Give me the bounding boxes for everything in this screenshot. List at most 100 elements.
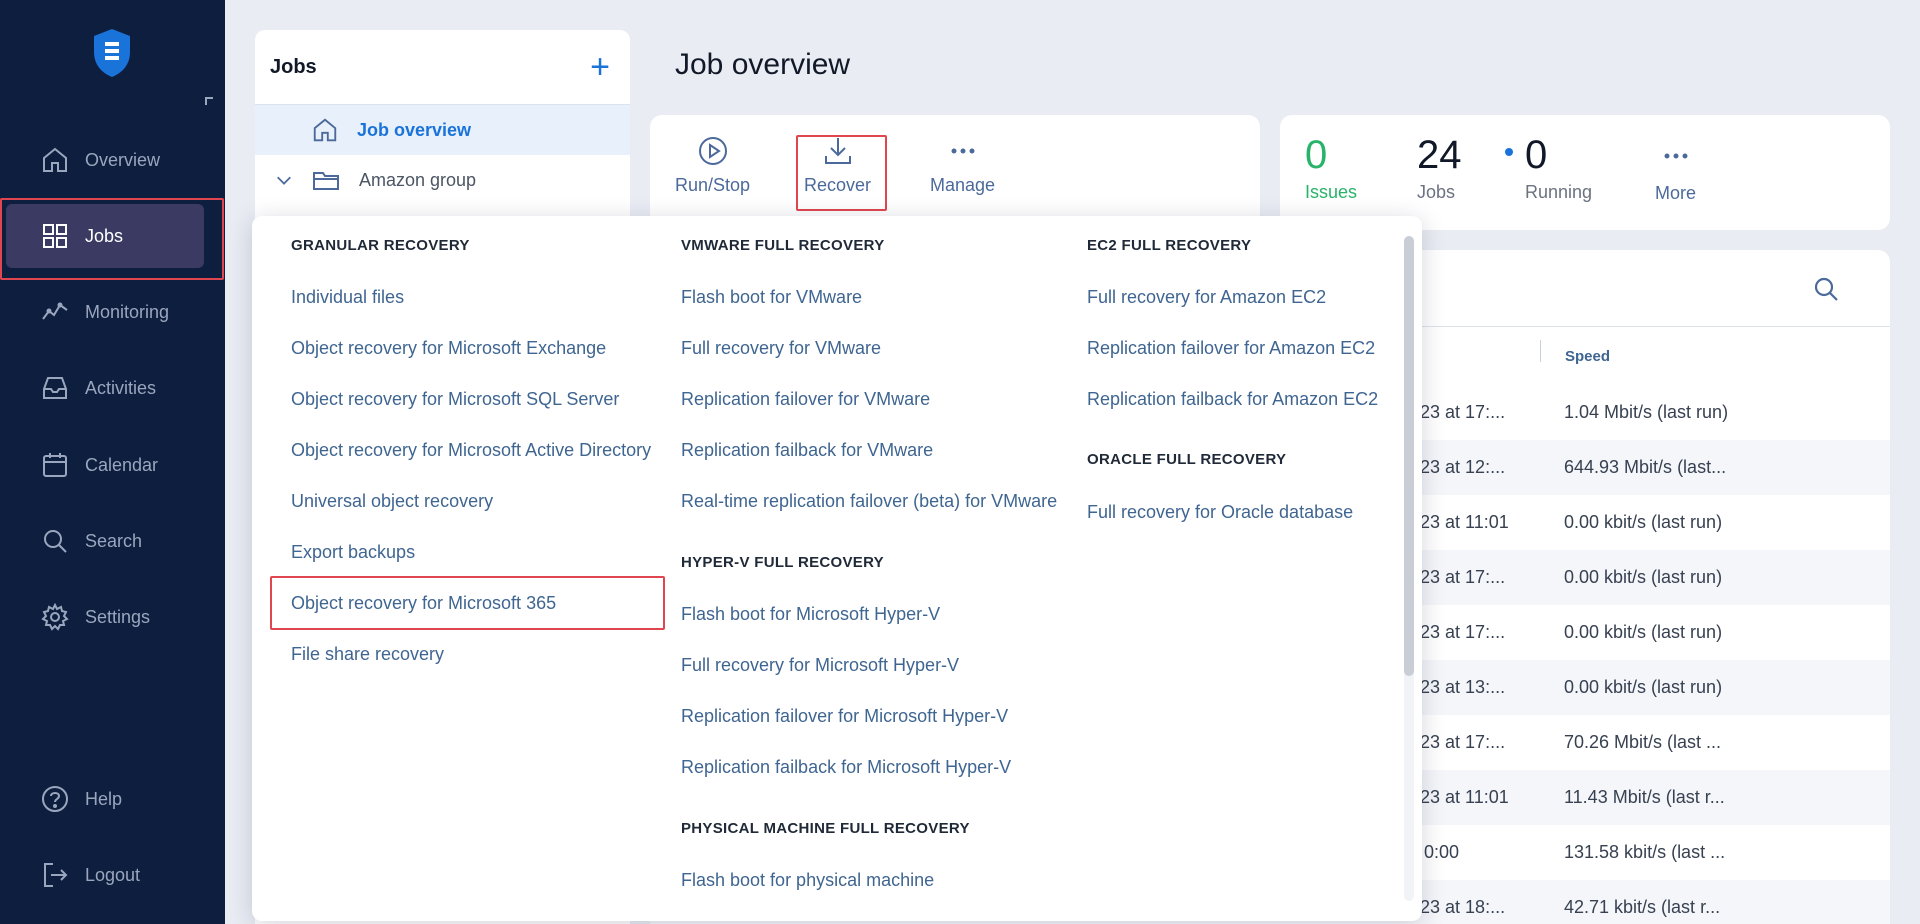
running-dot-icon bbox=[1505, 148, 1513, 157]
collapse-sidebar-icon[interactable] bbox=[205, 97, 213, 105]
play-circle-icon bbox=[698, 137, 727, 165]
inbox-icon bbox=[40, 373, 85, 403]
group-title-vmware: VMWARE FULL RECOVERY bbox=[681, 237, 885, 254]
menu-item-replication-failover-hyperv[interactable]: Replication failover for Microsoft Hyper… bbox=[681, 706, 1008, 727]
menu-item-object-recovery-exchange[interactable]: Object recovery for Microsoft Exchange bbox=[291, 338, 606, 359]
menu-item-export-backups[interactable]: Export backups bbox=[291, 542, 415, 563]
job-tree-label: Job overview bbox=[357, 119, 472, 140]
table-cell-speed: 0.00 kbit/s (last run) bbox=[1564, 512, 1723, 532]
menu-item-universal-object-recovery[interactable]: Universal object recovery bbox=[291, 491, 493, 512]
menu-item-full-recovery-hyperv[interactable]: Full recovery for Microsoft Hyper-V bbox=[681, 655, 959, 676]
sidebar-item-logout[interactable]: Logout bbox=[0, 837, 225, 913]
job-stats-card: 0 Issues 24 Jobs 0 Running More bbox=[1280, 115, 1890, 230]
group-title-physical: PHYSICAL MACHINE FULL RECOVERY bbox=[681, 820, 970, 837]
more-label: More bbox=[1655, 183, 1697, 203]
job-tree-item-overview[interactable]: Job overview bbox=[255, 105, 630, 155]
group-title-granular: GRANULAR RECOVERY bbox=[291, 237, 470, 254]
issues-count: 0 bbox=[1305, 133, 1328, 177]
issues-label: Issues bbox=[1305, 182, 1358, 202]
running-stat[interactable]: 0 Running bbox=[1505, 133, 1592, 203]
sidebar-item-jobs[interactable]: Jobs bbox=[0, 198, 225, 274]
menu-item-replication-failback-ec2[interactable]: Replication failback for Amazon EC2 bbox=[1087, 389, 1378, 410]
table-cell-speed: 0.00 kbit/s (last run) bbox=[1564, 622, 1723, 642]
sidebar-item-calendar[interactable]: Calendar bbox=[0, 427, 225, 503]
manage-button[interactable]: Manage bbox=[930, 135, 995, 196]
sidebar-item-label: Search bbox=[85, 530, 143, 551]
table-cell-last-run: 0:00 bbox=[1424, 842, 1460, 862]
menu-item-replication-failover-ec2[interactable]: Replication failover for Amazon EC2 bbox=[1087, 338, 1375, 359]
table-cell-last-run: 023 at 11:01 bbox=[1410, 512, 1509, 532]
sidebar-item-settings[interactable]: Settings bbox=[0, 579, 225, 655]
menu-scrollbar-thumb[interactable] bbox=[1404, 236, 1414, 676]
menu-item-flash-boot-vmware[interactable]: Flash boot for VMware bbox=[681, 287, 862, 308]
sidebar-item-label: Help bbox=[85, 788, 123, 809]
grid-icon bbox=[40, 221, 85, 251]
sidebar-item-monitoring[interactable]: Monitoring bbox=[0, 274, 225, 350]
sidebar-item-label: Monitoring bbox=[85, 301, 170, 322]
job-tree-item-amazon-group[interactable]: Amazon group bbox=[255, 155, 630, 205]
table-cell-last-run: 023 at 13:... bbox=[1410, 677, 1506, 697]
menu-item-replication-failover-vmware[interactable]: Replication failover for VMware bbox=[681, 389, 930, 410]
more-horizontal-icon bbox=[1664, 153, 1688, 159]
jobs-panel-title: Jobs bbox=[270, 55, 317, 78]
menu-item-full-recovery-oracle[interactable]: Full recovery for Oracle database bbox=[1087, 502, 1353, 523]
jobs-count: 24 bbox=[1417, 133, 1462, 177]
column-separator[interactable] bbox=[1540, 340, 1541, 362]
menu-item-object-recovery-sql[interactable]: Object recovery for Microsoft SQL Server bbox=[291, 389, 619, 410]
menu-item-object-recovery-m365[interactable]: Object recovery for Microsoft 365 bbox=[291, 593, 556, 614]
column-header-speed[interactable]: Speed bbox=[1565, 348, 1610, 365]
table-cell-speed: 0.00 kbit/s (last run) bbox=[1564, 677, 1723, 697]
job-actions-toolbar: Run/Stop Recover Manage bbox=[650, 115, 1260, 225]
menu-item-file-share-recovery[interactable]: File share recovery bbox=[291, 644, 444, 665]
search-icon bbox=[40, 526, 85, 556]
running-count: 0 bbox=[1525, 133, 1548, 177]
recover-button[interactable]: Recover bbox=[804, 135, 871, 196]
logout-icon bbox=[40, 860, 85, 890]
help-icon bbox=[40, 784, 85, 814]
menu-item-individual-files[interactable]: Individual files bbox=[291, 287, 404, 308]
job-tree-label: Amazon group bbox=[359, 169, 477, 190]
folder-icon bbox=[313, 172, 339, 190]
sidebar-item-label: Activities bbox=[85, 377, 157, 398]
table-cell-last-run: 023 at 17:... bbox=[1410, 622, 1506, 642]
menu-item-realtime-failover-vmware[interactable]: Real-time replication failover (beta) fo… bbox=[681, 491, 1057, 512]
recover-menu: GRANULAR RECOVERY Individual files Objec… bbox=[252, 216, 1422, 921]
sidebar: Overview Jobs Monitoring Activities Cale… bbox=[0, 0, 225, 924]
sidebar-item-search[interactable]: Search bbox=[0, 503, 225, 579]
run-stop-button[interactable]: Run/Stop bbox=[675, 135, 750, 196]
menu-item-replication-failback-hyperv[interactable]: Replication failback for Microsoft Hyper… bbox=[681, 757, 1011, 778]
sidebar-item-overview[interactable]: Overview bbox=[0, 122, 225, 198]
recover-label: Recover bbox=[804, 175, 872, 195]
table-cell-speed: 1.04 Mbit/s (last run) bbox=[1564, 402, 1729, 422]
menu-item-full-recovery-ec2[interactable]: Full recovery for Amazon EC2 bbox=[1087, 287, 1326, 308]
sidebar-item-help[interactable]: Help bbox=[0, 761, 225, 837]
group-title-oracle: ORACLE FULL RECOVERY bbox=[1087, 451, 1287, 468]
group-title-ec2: EC2 FULL RECOVERY bbox=[1087, 237, 1252, 254]
app-logo bbox=[94, 29, 130, 77]
table-cell-last-run: 023 at 17:... bbox=[1410, 732, 1506, 752]
table-cell-last-run: 023 at 17:... bbox=[1410, 402, 1506, 422]
add-job-icon[interactable]: + bbox=[590, 50, 610, 84]
sidebar-item-activities[interactable]: Activities bbox=[0, 350, 225, 426]
manage-label: Manage bbox=[930, 175, 996, 195]
home-icon bbox=[40, 145, 85, 175]
more-stats-button[interactable]: More bbox=[1655, 140, 1696, 204]
table-cell-speed: 70.26 Mbit/s (last ... bbox=[1564, 732, 1722, 752]
table-cell-speed: 131.58 kbit/s (last ... bbox=[1564, 842, 1726, 862]
pulse-icon bbox=[40, 297, 85, 327]
search-icon[interactable] bbox=[1812, 275, 1840, 303]
menu-item-object-recovery-ad[interactable]: Object recovery for Microsoft Active Dir… bbox=[291, 440, 651, 461]
menu-item-full-recovery-vmware[interactable]: Full recovery for VMware bbox=[681, 338, 881, 359]
table-cell-last-run: 023 at 18:... bbox=[1410, 897, 1506, 917]
menu-item-flash-boot-hyperv[interactable]: Flash boot for Microsoft Hyper-V bbox=[681, 604, 940, 625]
table-cell-last-run: 023 at 12:... bbox=[1410, 457, 1506, 477]
menu-item-flash-boot-physical[interactable]: Flash boot for physical machine bbox=[681, 870, 934, 891]
sidebar-item-label: Jobs bbox=[85, 225, 124, 246]
menu-item-replication-failback-vmware[interactable]: Replication failback for VMware bbox=[681, 440, 933, 461]
calendar-icon bbox=[40, 450, 85, 480]
jobs-stat[interactable]: 24 Jobs bbox=[1417, 133, 1462, 203]
table-cell-speed: 42.71 kbit/s (last r... bbox=[1564, 897, 1721, 917]
table-cell-speed: 644.93 Mbit/s (last... bbox=[1564, 457, 1727, 477]
chevron-down-icon[interactable] bbox=[275, 171, 293, 189]
issues-stat[interactable]: 0 Issues bbox=[1305, 133, 1357, 203]
